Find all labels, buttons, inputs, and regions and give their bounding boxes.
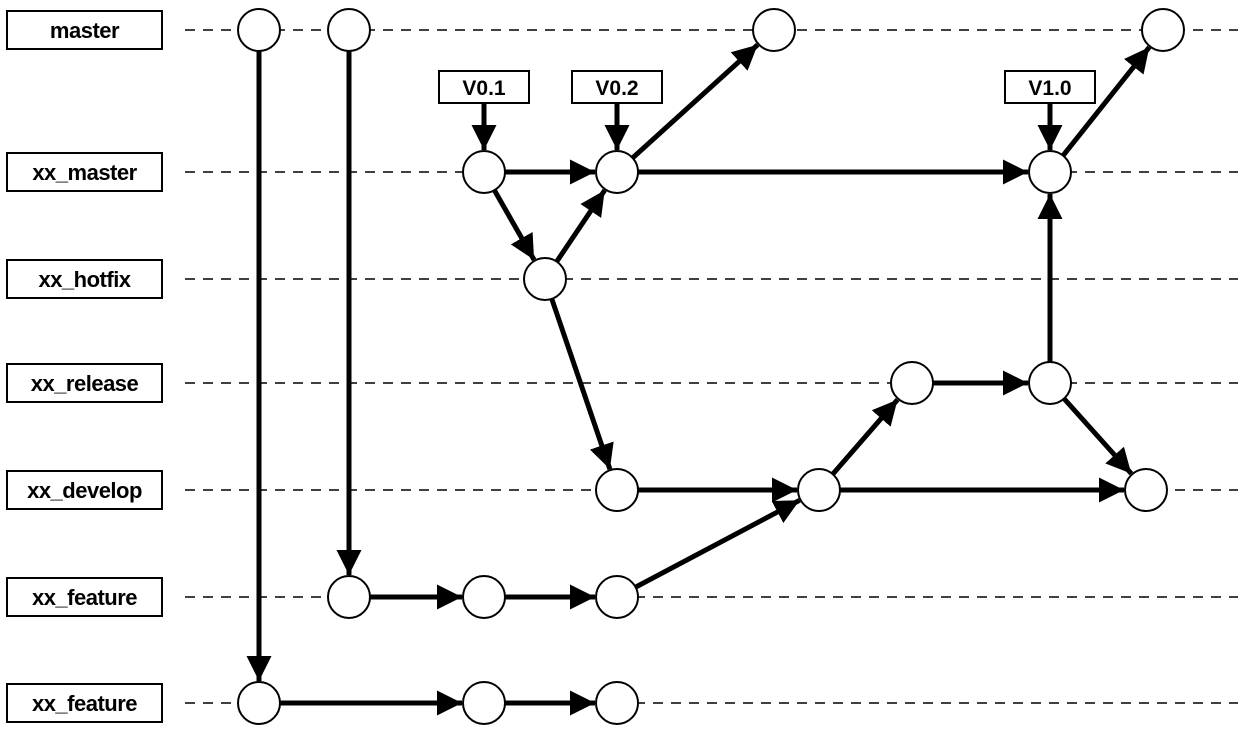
commit-node-xm3: [1028, 150, 1072, 194]
commit-node-fa1: [327, 575, 371, 619]
commit-node-d1: [595, 468, 639, 512]
lane-label: xx_feature: [32, 585, 137, 610]
commit-node-m4: [1141, 8, 1185, 52]
lane-label: xx_develop: [27, 478, 142, 503]
edge-r2-to-d3: [1062, 396, 1134, 476]
nodes-layer: [237, 8, 1185, 725]
commit-node-xm1: [462, 150, 506, 194]
commit-node-d2: [797, 468, 841, 512]
tags-layer: V0.1 V0.2 V1.0: [438, 70, 1096, 150]
lane-label: master: [50, 18, 120, 43]
commit-node-fa2: [462, 575, 506, 619]
commit-node-m2: [327, 8, 371, 52]
edges-layer: [246, 42, 1152, 716]
version-tag: V0.2: [571, 70, 663, 150]
commit-node-fa3: [595, 575, 639, 619]
commit-node-h1: [523, 257, 567, 301]
version-tag: V0.1: [438, 70, 530, 150]
commit-node-m1: [237, 8, 281, 52]
commit-node-fb1: [237, 681, 281, 725]
commit-node-m3: [752, 8, 796, 52]
commit-node-d3: [1124, 468, 1168, 512]
version-tag: V1.0: [1004, 70, 1096, 150]
commit-node-r1: [890, 361, 934, 405]
edge-h1-to-xm2: [554, 188, 607, 263]
edge-xm1-to-h1: [492, 189, 537, 262]
lane-master: master: [6, 10, 1238, 50]
lane-label: xx_release: [31, 371, 139, 396]
edge-fa3-to-d2: [634, 498, 801, 590]
lane-label: xx_master: [32, 160, 137, 185]
edge-d2-to-r1: [830, 397, 900, 476]
version-tag-label: V0.2: [595, 77, 638, 100]
commit-node-xm2: [595, 150, 639, 194]
version-tag-label: V0.1: [462, 77, 506, 100]
edge-h1-to-d1: [549, 298, 614, 470]
version-tag-label: V1.0: [1028, 77, 1071, 100]
commit-node-fb3: [595, 681, 639, 725]
commit-node-fb2: [462, 681, 506, 725]
lane-label: xx_feature: [32, 691, 137, 716]
commit-node-r2: [1028, 361, 1072, 405]
lane-xx_hotfix: xx_hotfix: [6, 259, 1238, 299]
git-branch-diagram: master xx_master xx_hotfix xx_release xx_dev…: [6, 8, 1238, 725]
lane-label: xx_hotfix: [38, 267, 131, 292]
